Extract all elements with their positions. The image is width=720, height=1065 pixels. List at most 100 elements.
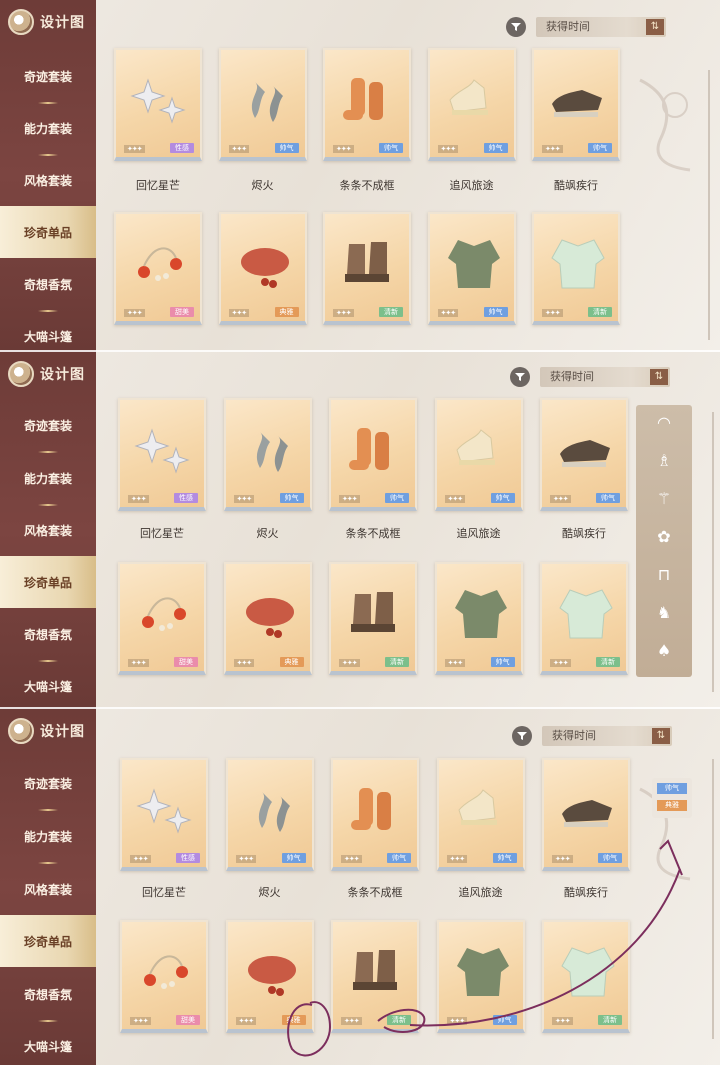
item-card[interactable]: ✦✦✦ 帅气 bbox=[540, 398, 628, 511]
rarity-stars: ✦✦✦ bbox=[341, 1017, 362, 1025]
item-card[interactable]: ✦✦✦ 典雅 bbox=[223, 562, 312, 675]
scrollbar[interactable] bbox=[712, 759, 714, 1039]
item-card[interactable]: ✦✦✦ 性感 bbox=[120, 758, 208, 871]
funnel-icon bbox=[511, 23, 521, 31]
coat-icon[interactable]: ⚚ bbox=[652, 487, 676, 511]
item-name: 烬火 bbox=[251, 179, 274, 192]
back-logo-icon[interactable] bbox=[8, 9, 34, 35]
scrollbar[interactable] bbox=[708, 70, 710, 340]
popup-tag-elegant[interactable]: 典雅 bbox=[657, 800, 687, 811]
sort-toggle-icon[interactable]: ⇅ bbox=[646, 19, 664, 35]
sidebar-item-ability-set[interactable]: 能力套装 bbox=[0, 810, 96, 864]
item-card[interactable]: ✦✦✦ 清新 bbox=[542, 920, 630, 1033]
popup-tag-cool[interactable]: 帅气 bbox=[657, 783, 687, 794]
sidebar-item-fragrance[interactable]: 奇想香氛 bbox=[0, 608, 96, 662]
item-card[interactable]: ✦✦✦ 帅气 bbox=[436, 758, 525, 871]
item-card[interactable]: ✦✦✦ 清新 bbox=[532, 212, 620, 325]
filter-button[interactable] bbox=[510, 367, 530, 387]
bottom-icon[interactable]: ⊓ bbox=[652, 563, 676, 587]
item-card[interactable]: ✦✦✦ 帅气 bbox=[329, 398, 417, 511]
rarity-stars: ✦✦✦ bbox=[130, 1017, 151, 1025]
sidebar-item-miracle-set[interactable]: 奇迹套装 bbox=[0, 757, 96, 811]
top-icon[interactable]: ✿ bbox=[652, 525, 676, 549]
sort-dropdown[interactable]: 获得时间 ⇅ bbox=[536, 17, 666, 37]
style-tag: 清新 bbox=[387, 1015, 411, 1025]
shoes-icon[interactable]: ♠ bbox=[652, 639, 676, 663]
sort-toggle-icon[interactable]: ⇅ bbox=[650, 369, 668, 385]
item-card[interactable]: ✦✦✦ 甜美 bbox=[118, 562, 206, 675]
item-card[interactable]: ✦✦✦ 帅气 bbox=[532, 48, 620, 161]
style-tag: 典雅 bbox=[281, 1015, 306, 1025]
item-card[interactable]: ✦✦✦ 帅气 bbox=[225, 758, 314, 871]
sidebar-item-ability-set[interactable]: 能力套装 bbox=[0, 102, 96, 156]
sidebar-item-miracle-set[interactable]: 奇迹套装 bbox=[0, 399, 96, 453]
item-card[interactable]: ✦✦✦ 清新 bbox=[540, 562, 628, 675]
style-tag: 性感 bbox=[176, 853, 200, 863]
item-card[interactable]: ✦✦✦ 帅气 bbox=[331, 758, 419, 871]
sidebar-item-rare-single[interactable]: 珍奇单品 bbox=[0, 556, 96, 608]
sidebar-item-ability-set[interactable]: 能力套装 bbox=[0, 452, 96, 506]
sort-dropdown[interactable]: 获得时间 ⇅ bbox=[542, 726, 672, 746]
socks-icon bbox=[343, 78, 383, 120]
item-card[interactable]: ✦✦✦ 帅气 bbox=[427, 212, 516, 325]
item-name: 追风旅途 bbox=[456, 527, 501, 540]
star-earrings-icon bbox=[134, 428, 190, 474]
sort-dropdown[interactable]: 获得时间 ⇅ bbox=[540, 367, 670, 387]
style-tag: 帅气 bbox=[492, 853, 517, 863]
socks-icon bbox=[349, 428, 389, 470]
item-card[interactable]: ✦✦✦ 帅气 bbox=[434, 398, 523, 511]
sidebar-item-miracle-set[interactable]: 奇迹套装 bbox=[0, 50, 96, 104]
sidebar-item-style-set[interactable]: 风格套装 bbox=[0, 504, 96, 558]
item-card[interactable]: ✦✦✦ 典雅 bbox=[225, 920, 314, 1033]
sort-toggle-icon[interactable]: ⇅ bbox=[652, 728, 670, 744]
sidebar-item-cloak[interactable]: 大喵斗篷 bbox=[0, 660, 96, 709]
item-card[interactable]: ✦✦✦ 帅气 bbox=[436, 920, 525, 1033]
dress-icon[interactable]: ♗ bbox=[652, 449, 676, 473]
item-card[interactable]: ✦✦✦ 性感 bbox=[118, 398, 206, 511]
item-card[interactable]: ✦✦✦ 帅气 bbox=[542, 758, 630, 871]
page-title: 设计图 bbox=[40, 724, 85, 740]
item-card[interactable]: ✦✦✦ 帅气 bbox=[218, 48, 307, 161]
socks-icon[interactable]: ♞ bbox=[652, 601, 676, 625]
scrollbar[interactable] bbox=[712, 412, 714, 692]
item-card[interactable]: ✦✦✦ 清新 bbox=[329, 562, 417, 675]
item-card[interactable]: ✦✦✦ 帅气 bbox=[427, 48, 516, 161]
rarity-stars: ✦✦✦ bbox=[233, 659, 255, 667]
filter-button[interactable] bbox=[512, 726, 532, 746]
sidebar-item-cloak[interactable]: 大喵斗篷 bbox=[0, 1020, 96, 1065]
page-title: 设计图 bbox=[40, 15, 85, 31]
title-bar: 设计图 bbox=[0, 352, 96, 396]
screenshot-panel-1: 设计图 奇迹套装 能力套装 风格套装 珍奇单品 奇想香氛 大喵斗篷 获得时间 ⇅… bbox=[0, 0, 720, 352]
sidebar-item-style-set[interactable]: 风格套装 bbox=[0, 154, 96, 208]
item-card[interactable]: ✦✦✦ 甜美 bbox=[120, 920, 208, 1033]
sidebar-item-fragrance[interactable]: 奇想香氛 bbox=[0, 258, 96, 312]
item-name: 酷飒疾行 bbox=[562, 527, 606, 540]
flame-earrings-icon bbox=[258, 792, 290, 832]
sidebar-item-style-set[interactable]: 风格套装 bbox=[0, 863, 96, 917]
title-bar: 设计图 bbox=[0, 709, 96, 753]
item-card[interactable]: ✦✦✦ 典雅 bbox=[218, 212, 307, 325]
style-tag: 帅气 bbox=[483, 143, 508, 153]
sidebar-item-cloak[interactable]: 大喵斗篷 bbox=[0, 310, 96, 352]
sidebar-item-fragrance[interactable]: 奇想香氛 bbox=[0, 968, 96, 1022]
filter-button[interactable] bbox=[506, 17, 526, 37]
sidebar-item-rare-single[interactable]: 珍奇单品 bbox=[0, 915, 96, 967]
back-logo-icon[interactable] bbox=[8, 361, 34, 387]
item-card[interactable]: ✦✦✦ 性感 bbox=[114, 48, 202, 161]
sidebar-item-rare-single[interactable]: 珍奇单品 bbox=[0, 206, 96, 258]
style-tag: 甜美 bbox=[176, 1015, 200, 1025]
headwear-icon[interactable]: ◠ bbox=[652, 411, 676, 435]
item-card[interactable]: ✦✦✦ 帅气 bbox=[223, 398, 312, 511]
item-card[interactable]: ✦✦✦ 甜美 bbox=[114, 212, 202, 325]
item-card[interactable]: ✦✦✦ 帅气 bbox=[323, 48, 411, 161]
style-tag: 帅气 bbox=[492, 1015, 517, 1025]
item-card[interactable]: ✦✦✦ 清新 bbox=[323, 212, 411, 325]
style-tag: 典雅 bbox=[279, 657, 304, 667]
style-tag: 典雅 bbox=[274, 307, 299, 317]
item-name: 回忆星芒 bbox=[142, 886, 186, 899]
item-card[interactable]: ✦✦✦ 帅气 bbox=[434, 562, 523, 675]
sort-label: 获得时间 bbox=[552, 729, 596, 742]
item-card[interactable]: ✦✦✦ 清新 bbox=[331, 920, 419, 1033]
title-bar: 设计图 bbox=[0, 0, 96, 44]
back-logo-icon[interactable] bbox=[8, 718, 34, 744]
